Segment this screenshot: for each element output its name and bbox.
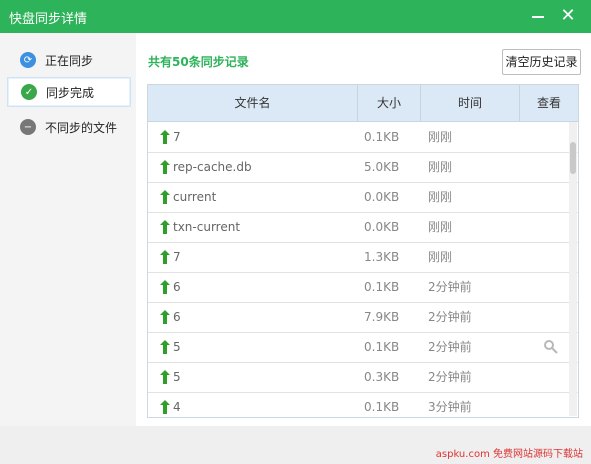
file-size: 0.0KB xyxy=(364,190,400,204)
file-name: 5 xyxy=(173,340,181,354)
sidebar-item-label: 不同步的文件 xyxy=(45,120,118,135)
file-name: 5 xyxy=(173,370,181,384)
watermark: aspku.com 免费网站源码下载站 xyxy=(435,449,583,460)
record-count: 共有50条同步记录 xyxy=(148,55,249,69)
file-name: 6 xyxy=(173,280,181,294)
sidebar-item-unsynced[interactable]: − 不同步的文件 xyxy=(7,113,129,141)
sync-time: 刚刚 xyxy=(428,160,453,174)
table-row[interactable]: 7 0.1KB 刚刚 xyxy=(148,122,578,153)
file-name-cell: rep-cache.db xyxy=(159,152,252,182)
file-size: 0.1KB xyxy=(364,340,400,354)
main-panel: 共有50条同步记录 清空历史记录 文件名 大小 时间 查看 7 0.1KB 刚刚… xyxy=(136,33,591,426)
column-header-view[interactable]: 查看 xyxy=(520,85,578,121)
file-size: 0.0KB xyxy=(364,220,400,234)
sidebar-item-label: 同步完成 xyxy=(46,85,95,100)
close-button[interactable]: ✕ xyxy=(556,4,580,28)
sync-time: 2分钟前 xyxy=(428,340,472,354)
file-name-cell: current xyxy=(159,182,216,212)
file-size: 0.3KB xyxy=(364,370,400,384)
file-name-cell: txn-current xyxy=(159,212,240,242)
sidebar-item-completed[interactable]: ✓ 同步完成 xyxy=(7,77,131,107)
upload-arrow-icon xyxy=(160,130,170,144)
sync-time: 2分钟前 xyxy=(428,280,472,294)
table-row[interactable]: 5 0.3KB 2分钟前 xyxy=(148,362,578,393)
sync-time: 刚刚 xyxy=(428,130,453,144)
file-name: 6 xyxy=(173,310,181,324)
search-icon xyxy=(544,340,558,354)
sync-time: 刚刚 xyxy=(428,190,453,204)
sync-time: 2分钟前 xyxy=(428,310,472,324)
table-scrollbar[interactable] xyxy=(569,122,577,416)
file-name: 7 xyxy=(173,250,181,264)
file-size: 0.1KB xyxy=(364,280,400,294)
file-name-cell: 7 xyxy=(159,122,181,152)
upload-arrow-icon xyxy=(160,370,170,384)
sidebar-item-syncing[interactable]: ⟳ 正在同步 xyxy=(7,46,129,74)
table-row[interactable]: 5 0.1KB 2分钟前 xyxy=(148,332,578,363)
minus-icon: − xyxy=(20,119,36,135)
upload-arrow-icon xyxy=(160,310,170,324)
minimize-button[interactable] xyxy=(526,4,550,28)
upload-arrow-icon xyxy=(160,220,170,234)
file-name-cell: 6 xyxy=(159,272,181,302)
sidebar-item-label: 正在同步 xyxy=(45,53,94,68)
sync-time: 刚刚 xyxy=(428,220,453,234)
table-row[interactable]: 6 7.9KB 2分钟前 xyxy=(148,302,578,333)
upload-arrow-icon xyxy=(160,280,170,294)
file-name: txn-current xyxy=(173,220,241,234)
table-row[interactable]: 7 1.3KB 刚刚 xyxy=(148,242,578,273)
clear-history-button[interactable]: 清空历史记录 xyxy=(502,49,581,75)
window-title: 快盘同步详情 xyxy=(9,12,88,27)
table-row[interactable]: txn-current 0.0KB 刚刚 xyxy=(148,212,578,243)
minimize-icon xyxy=(532,16,544,18)
file-size: 0.1KB xyxy=(364,130,400,144)
file-name-cell: 5 xyxy=(159,362,181,392)
sync-table: 文件名 大小 时间 查看 7 0.1KB 刚刚 rep-cache.db 5.0… xyxy=(147,84,579,418)
file-size: 5.0KB xyxy=(364,160,400,174)
column-header-time[interactable]: 时间 xyxy=(421,85,520,121)
table-row[interactable]: 4 0.1KB 3分钟前 xyxy=(148,392,578,417)
file-name-cell: 5 xyxy=(159,332,181,362)
check-icon: ✓ xyxy=(21,84,37,100)
bottom-bar: aspku.com 免费网站源码下载站 xyxy=(0,426,591,464)
file-size: 0.1KB xyxy=(364,400,400,414)
upload-arrow-icon xyxy=(160,340,170,354)
sync-icon: ⟳ xyxy=(20,52,36,68)
column-header-size[interactable]: 大小 xyxy=(358,85,421,121)
file-name: current xyxy=(173,190,217,204)
table-row[interactable]: current 0.0KB 刚刚 xyxy=(148,182,578,213)
sync-time: 2分钟前 xyxy=(428,370,472,384)
table-row[interactable]: rep-cache.db 5.0KB 刚刚 xyxy=(148,152,578,183)
sidebar: ⟳ 正在同步 ✓ 同步完成 − 不同步的文件 xyxy=(0,33,136,426)
upload-arrow-icon xyxy=(160,250,170,264)
file-name-cell: 6 xyxy=(159,302,181,332)
table-header: 文件名 大小 时间 查看 xyxy=(148,85,578,122)
table-row[interactable]: 6 0.1KB 2分钟前 xyxy=(148,272,578,303)
file-name: 4 xyxy=(173,400,181,414)
upload-arrow-icon xyxy=(160,400,170,414)
file-size: 1.3KB xyxy=(364,250,400,264)
title-bar: 快盘同步详情 ✕ xyxy=(0,0,591,33)
sync-detail-window: 快盘同步详情 ✕ ⟳ 正在同步 ✓ 同步完成 − 不同步的文件 共有50条同步记… xyxy=(0,0,591,464)
file-name: rep-cache.db xyxy=(173,160,252,174)
sync-time: 刚刚 xyxy=(428,250,453,264)
close-icon: ✕ xyxy=(560,5,576,26)
file-name-cell: 7 xyxy=(159,242,181,272)
file-name: 7 xyxy=(173,130,181,144)
scrollbar-thumb[interactable] xyxy=(570,142,576,174)
column-header-filename[interactable]: 文件名 xyxy=(148,85,358,121)
view-file-button[interactable] xyxy=(543,332,559,362)
sync-time: 3分钟前 xyxy=(428,400,472,414)
upload-arrow-icon xyxy=(160,160,170,174)
file-name-cell: 4 xyxy=(159,392,181,417)
file-size: 7.9KB xyxy=(364,310,400,324)
upload-arrow-icon xyxy=(160,190,170,204)
